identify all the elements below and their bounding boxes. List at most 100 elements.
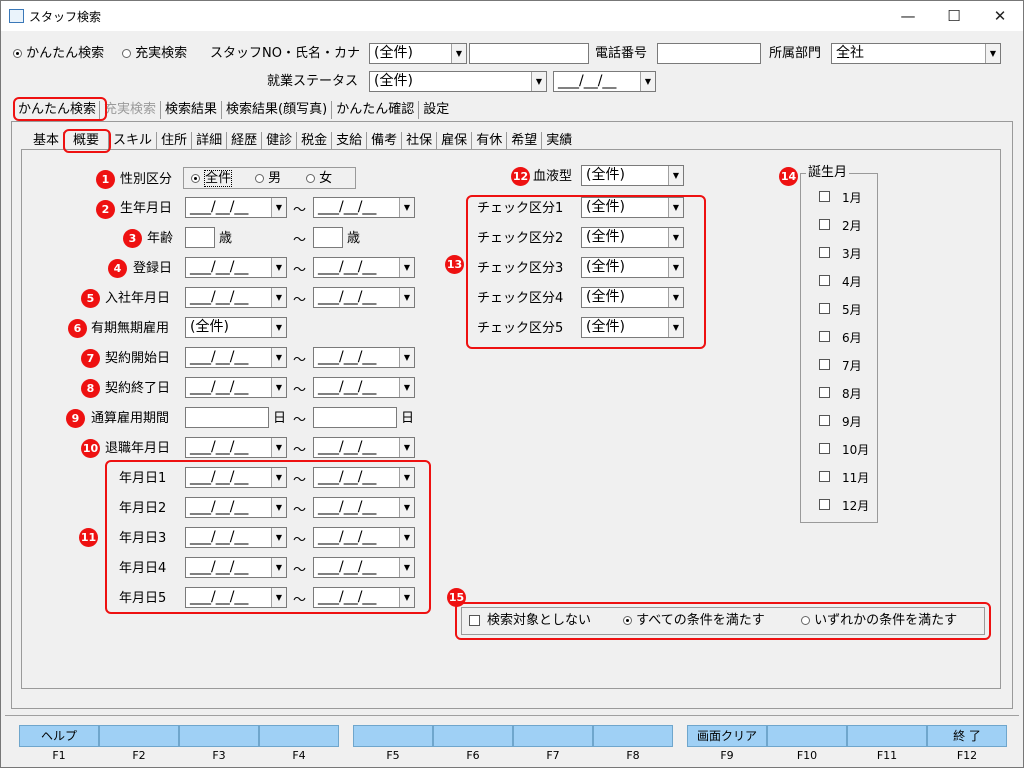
chevron-down-icon[interactable]: ▼	[399, 288, 414, 307]
registered-to[interactable]: ___/__/__ ▼	[313, 257, 415, 278]
chevron-down-icon[interactable]: ▼	[271, 558, 286, 577]
f5-button[interactable]	[353, 725, 433, 747]
radio-full[interactable]: 充実検索	[122, 45, 187, 63]
subtab-social-insurance[interactable]: 社保	[402, 132, 438, 150]
chevron-down-icon[interactable]: ▼	[271, 198, 286, 217]
chevron-down-icon[interactable]: ▼	[668, 166, 683, 185]
chevron-down-icon[interactable]: ▼	[399, 468, 414, 487]
date5-to[interactable]: ___/__/__ ▼	[313, 587, 415, 608]
chevron-down-icon[interactable]: ▼	[271, 438, 286, 457]
chevron-down-icon[interactable]: ▼	[271, 318, 286, 337]
fixed-term-select[interactable]: (全件) ▼	[185, 317, 287, 338]
chevron-down-icon[interactable]: ▼	[668, 228, 683, 247]
date3-to[interactable]: ___/__/__ ▼	[313, 527, 415, 548]
gender-male[interactable]: 男	[255, 170, 281, 188]
subtab-address[interactable]: 住所	[157, 132, 193, 150]
subtab-notes[interactable]: 備考	[367, 132, 403, 150]
blood-select[interactable]: (全件) ▼	[581, 165, 684, 186]
total-period-from-input[interactable]	[185, 407, 269, 428]
tab-easy-check[interactable]: かんたん確認	[332, 101, 420, 119]
gender-all-dot[interactable]	[191, 174, 200, 183]
gender-all[interactable]: 全件	[191, 170, 233, 188]
date3-from[interactable]: ___/__/__ ▼	[185, 527, 287, 548]
joined-to[interactable]: ___/__/__ ▼	[313, 287, 415, 308]
f1-button[interactable]: ヘルプ	[19, 725, 99, 747]
chevron-down-icon[interactable]: ▼	[399, 348, 414, 367]
close-button[interactable]: ✕	[977, 1, 1023, 31]
tab-search-results[interactable]: 検索結果	[161, 101, 223, 119]
chevron-down-icon[interactable]: ▼	[399, 198, 414, 217]
month-5-checkbox[interactable]	[819, 303, 830, 314]
subtab-detail[interactable]: 詳細	[192, 132, 228, 150]
f8-button[interactable]	[593, 725, 673, 747]
month-1-checkbox[interactable]	[819, 191, 830, 202]
month-9-checkbox[interactable]	[819, 415, 830, 426]
check2-select[interactable]: (全件) ▼	[581, 227, 684, 248]
staff-input[interactable]	[469, 43, 589, 64]
tab-settings[interactable]: 設定	[419, 101, 453, 119]
chevron-down-icon[interactable]: ▼	[399, 528, 414, 547]
subtab-basic[interactable]: 基本	[29, 132, 65, 150]
tab-search-results-photo[interactable]: 検索結果(顔写真)	[222, 101, 333, 119]
date5-from[interactable]: ___/__/__ ▼	[185, 587, 287, 608]
month-2-checkbox[interactable]	[819, 219, 830, 230]
gender-female[interactable]: 女	[306, 170, 332, 188]
check5-select[interactable]: (全件) ▼	[581, 317, 684, 338]
date2-from[interactable]: ___/__/__ ▼	[185, 497, 287, 518]
all-conditions-radio[interactable]: すべての条件を満たす	[623, 612, 765, 630]
joined-from[interactable]: ___/__/__ ▼	[185, 287, 287, 308]
radio-easy[interactable]: かんたん検索	[13, 45, 104, 63]
chevron-down-icon[interactable]: ▼	[399, 588, 414, 607]
f12-button[interactable]: 終 了	[927, 725, 1007, 747]
month-3-checkbox[interactable]	[819, 247, 830, 258]
chevron-down-icon[interactable]: ▼	[668, 198, 683, 217]
chevron-down-icon[interactable]: ▼	[668, 288, 683, 307]
birth-to[interactable]: ___/__/__ ▼	[313, 197, 415, 218]
phone-input[interactable]	[657, 43, 761, 64]
contract-end-to[interactable]: ___/__/__ ▼	[313, 377, 415, 398]
month-8-checkbox[interactable]	[819, 387, 830, 398]
month-12-checkbox[interactable]	[819, 499, 830, 510]
chevron-down-icon[interactable]: ▼	[271, 528, 286, 547]
chevron-down-icon[interactable]: ▼	[271, 588, 286, 607]
age-from-input[interactable]	[185, 227, 215, 248]
chevron-down-icon[interactable]: ▼	[640, 72, 655, 91]
date4-from[interactable]: ___/__/__ ▼	[185, 557, 287, 578]
gender-female-dot[interactable]	[306, 174, 315, 183]
subtab-skill[interactable]: スキル	[109, 132, 158, 150]
retired-from[interactable]: ___/__/__ ▼	[185, 437, 287, 458]
contract-start-from[interactable]: ___/__/__ ▼	[185, 347, 287, 368]
contract-start-to[interactable]: ___/__/__ ▼	[313, 347, 415, 368]
date4-to[interactable]: ___/__/__ ▼	[313, 557, 415, 578]
chevron-down-icon[interactable]: ▼	[271, 498, 286, 517]
subtab-employment-insurance[interactable]: 雇保	[437, 132, 473, 150]
chevron-down-icon[interactable]: ▼	[271, 288, 286, 307]
date1-to[interactable]: ___/__/__ ▼	[313, 467, 415, 488]
f10-button[interactable]	[767, 725, 847, 747]
chevron-down-icon[interactable]: ▼	[271, 258, 286, 277]
f11-button[interactable]	[847, 725, 927, 747]
check4-select[interactable]: (全件) ▼	[581, 287, 684, 308]
gender-male-dot[interactable]	[255, 174, 264, 183]
any-condition-dot[interactable]	[801, 616, 810, 625]
chevron-down-icon[interactable]: ▼	[985, 44, 1000, 63]
month-10-checkbox[interactable]	[819, 443, 830, 454]
subtab-history[interactable]: 経歴	[227, 132, 263, 150]
f4-button[interactable]	[259, 725, 339, 747]
date1-from[interactable]: ___/__/__ ▼	[185, 467, 287, 488]
subtab-tax[interactable]: 税金	[297, 132, 333, 150]
birth-from[interactable]: ___/__/__ ▼	[185, 197, 287, 218]
month-11-checkbox[interactable]	[819, 471, 830, 482]
retired-to[interactable]: ___/__/__ ▼	[313, 437, 415, 458]
radio-full-dot[interactable]	[122, 49, 131, 58]
date2-to[interactable]: ___/__/__ ▼	[313, 497, 415, 518]
any-condition-radio[interactable]: いずれかの条件を満たす	[801, 612, 957, 630]
dept-select[interactable]: 全社 ▼	[831, 43, 1001, 64]
check3-select[interactable]: (全件) ▼	[581, 257, 684, 278]
f2-button[interactable]	[99, 725, 179, 747]
chevron-down-icon[interactable]: ▼	[271, 378, 286, 397]
chevron-down-icon[interactable]: ▼	[399, 498, 414, 517]
chevron-down-icon[interactable]: ▼	[399, 438, 414, 457]
total-period-to-input[interactable]	[313, 407, 397, 428]
minimize-button[interactable]: —	[885, 1, 931, 31]
